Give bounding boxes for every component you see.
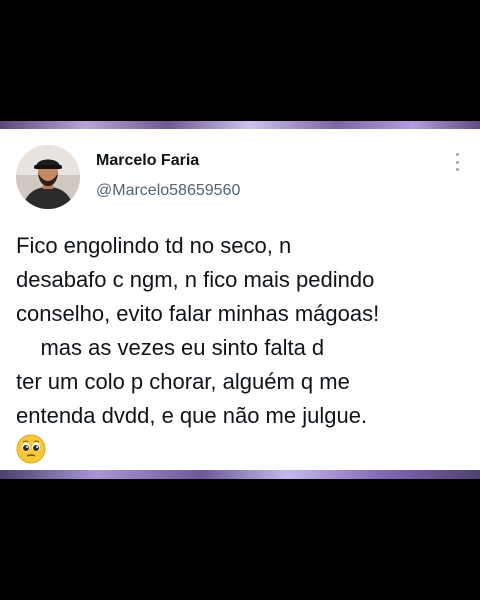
tweet-text-line: desabafo c ngm, n fico mais pedindo (16, 267, 375, 292)
profile-photo-icon (16, 145, 80, 209)
decorative-border-top (0, 121, 480, 129)
tweet-text-line: Fico engolindo td no seco, n (16, 233, 292, 258)
tweet-text-line: ter um colo p chorar, alguém q me (16, 369, 350, 394)
tweet-text-line: entenda dvdd, e que não me julgue. (16, 403, 368, 428)
tweet-card: Marcelo Faria @Marcelo58659560 Fico engo… (0, 129, 480, 470)
decorative-border-bottom (0, 470, 480, 479)
author-handle[interactable]: @Marcelo58659560 (96, 182, 240, 200)
tweet-text-line: conselho, evito falar minhas mágoas! (16, 301, 380, 326)
pleading-face-icon (16, 434, 46, 464)
tweet-text-line: mas as vezes eu sinto falta d (16, 335, 325, 360)
more-options-icon[interactable] (454, 153, 460, 171)
avatar[interactable] (16, 145, 80, 209)
tweet-text: Fico engolindo td no seco, n desabafo c … (16, 229, 472, 433)
author-name[interactable]: Marcelo Faria (96, 152, 199, 170)
